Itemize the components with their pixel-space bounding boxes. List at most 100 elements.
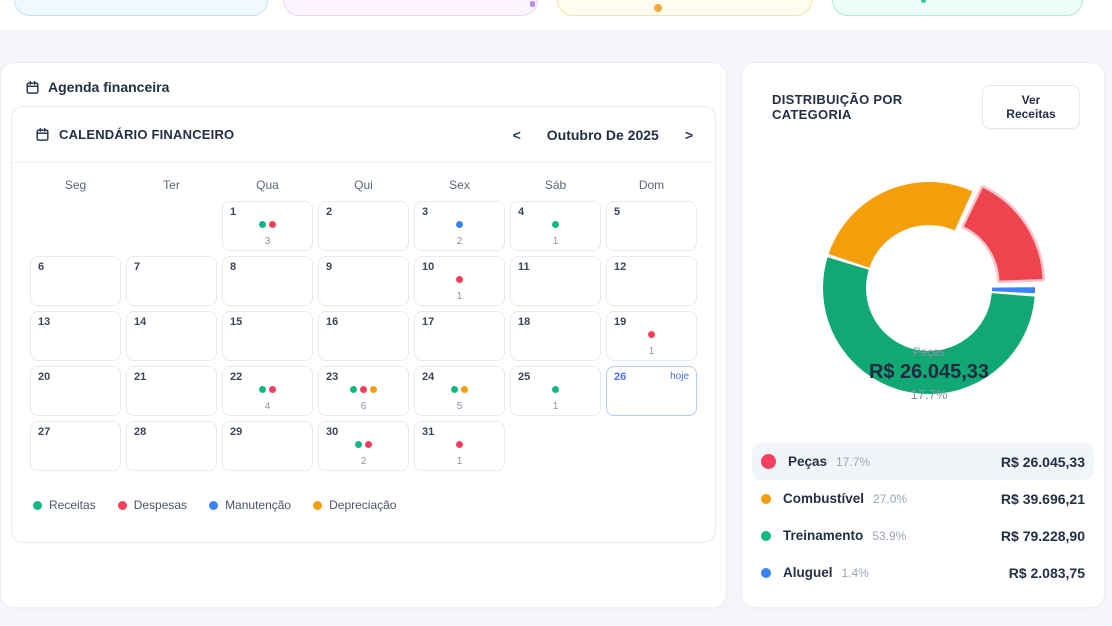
- event-count: 5: [415, 401, 504, 412]
- calendar-day-25[interactable]: 251: [510, 366, 601, 416]
- calendar-day-2[interactable]: 2: [318, 201, 409, 251]
- calendar-day-9[interactable]: 9: [318, 256, 409, 306]
- calendar-day-26[interactable]: 26hoje: [606, 366, 697, 416]
- legend-item-green: Receitas: [33, 498, 96, 512]
- calendar-day-29[interactable]: 29: [222, 421, 313, 471]
- stat-card-teal[interactable]: [832, 0, 1083, 16]
- calendar-day-1[interactable]: 13: [222, 201, 313, 251]
- event-count: 1: [607, 346, 696, 357]
- day-number: 7: [134, 261, 140, 273]
- calendar-day-28[interactable]: 28: [126, 421, 217, 471]
- calendar-day-19[interactable]: 19 1: [606, 311, 697, 361]
- calendar-day-6[interactable]: 6: [30, 256, 121, 306]
- calendar-day-14[interactable]: 14: [126, 311, 217, 361]
- top-band: [0, 0, 1112, 30]
- stat-card-purple[interactable]: [283, 0, 538, 16]
- legend-label: Receitas: [49, 498, 96, 512]
- category-row-Peças[interactable]: Peças17.7%R$ 26.045,33: [752, 443, 1094, 480]
- calendar-day-5[interactable]: 5: [606, 201, 697, 251]
- calendar-day-30[interactable]: 302: [318, 421, 409, 471]
- calendar-day-20[interactable]: 20: [30, 366, 121, 416]
- event-count: 2: [415, 236, 504, 247]
- category-list: Peças17.7%R$ 26.045,33Combustível27.0%R$…: [752, 443, 1094, 591]
- calendar-day-10[interactable]: 101: [414, 256, 505, 306]
- donut-chart[interactable]: [742, 151, 1106, 451]
- category-row-Aluguel[interactable]: Aluguel 1.4% R$ 2.083,75: [752, 554, 1094, 591]
- category-percent: 1.4%: [842, 566, 869, 580]
- calendar-empty-slot: [126, 201, 217, 251]
- calendar-day-11[interactable]: 11: [510, 256, 601, 306]
- calendar-day-17[interactable]: 17: [414, 311, 505, 361]
- day-number: 21: [134, 371, 146, 383]
- category-name: Aluguel: [783, 565, 833, 580]
- donut-slice-Peças[interactable]: [964, 188, 1042, 281]
- day-number: 19: [614, 316, 626, 328]
- calendar-day-7[interactable]: 7: [126, 256, 217, 306]
- blue-event-dot: [456, 221, 463, 228]
- category-value: R$ 2.083,75: [1009, 565, 1085, 581]
- category-row-Combustível[interactable]: Combustível27.0%R$ 39.696,21: [752, 480, 1094, 517]
- event-dots: [319, 441, 408, 448]
- green-event-dot: [451, 386, 458, 393]
- red-category-dot: [761, 454, 776, 469]
- calendar-day-12[interactable]: 12: [606, 256, 697, 306]
- event-count: 6: [319, 401, 408, 412]
- calendar-day-13[interactable]: 13: [30, 311, 121, 361]
- stat-card-yellow[interactable]: [557, 0, 812, 16]
- calendar-empty-slot: [30, 201, 121, 251]
- calendar-day-15[interactable]: 15: [222, 311, 313, 361]
- red-event-dot: [456, 441, 463, 448]
- orange-category-dot: [761, 494, 771, 504]
- calendar-legend: ReceitasDespesasManutençãoDepreciação: [33, 498, 715, 512]
- calendar-day-3[interactable]: 32: [414, 201, 505, 251]
- red-event-dot: [269, 386, 276, 393]
- calendar-grid: 1323241567891011112131415161718191202122…: [12, 201, 715, 471]
- calendar-day-27[interactable]: 27: [30, 421, 121, 471]
- weekday-label: Sáb: [510, 178, 601, 192]
- calendar-day-31[interactable]: 311: [414, 421, 505, 471]
- category-row-Treinamento[interactable]: Treinamento53.9%R$ 79.228,90: [752, 517, 1094, 554]
- calendar-day-24[interactable]: 245: [414, 366, 505, 416]
- prev-month-button[interactable]: <: [513, 127, 521, 143]
- legend-item-red: Despesas: [118, 498, 187, 512]
- calendar-day-21[interactable]: 21: [126, 366, 217, 416]
- calendar-day-8[interactable]: 8: [222, 256, 313, 306]
- legend-label: Manutenção: [225, 498, 291, 512]
- stat-card-accent-dot: [921, 0, 926, 3]
- day-number: 12: [614, 261, 626, 273]
- month-label: Outubro De 2025: [547, 127, 659, 143]
- agenda-header: Agenda financeira: [1, 63, 726, 95]
- event-dots: [223, 386, 312, 393]
- weekday-label: Seg: [30, 178, 121, 192]
- calendar-day-16[interactable]: 16: [318, 311, 409, 361]
- calendar-icon: [25, 80, 40, 95]
- calendar-day-4[interactable]: 41: [510, 201, 601, 251]
- stat-card-blue[interactable]: [14, 0, 268, 16]
- calendar-day-22[interactable]: 224: [222, 366, 313, 416]
- red-event-dot: [456, 276, 463, 283]
- event-dots: [415, 221, 504, 228]
- next-month-button[interactable]: >: [685, 127, 693, 143]
- day-number: 5: [614, 206, 620, 218]
- day-number: 2: [326, 206, 332, 218]
- green-event-dot: [259, 221, 266, 228]
- calendar-day-18[interactable]: 18: [510, 311, 601, 361]
- category-percent: 27.0%: [873, 492, 907, 506]
- calendar-week: 272829302311: [12, 421, 715, 471]
- donut-slice-Aluguel[interactable]: [992, 287, 1035, 293]
- calendar-week: 6 7 8910111 12: [12, 256, 715, 306]
- category-name: Treinamento: [783, 528, 863, 543]
- donut-chart-area: Peças R$ 26.045,33 17.7%: [742, 151, 1106, 451]
- ver-receitas-button[interactable]: Ver Receitas: [982, 85, 1080, 129]
- red-event-dot: [648, 331, 655, 338]
- blue-category-dot: [761, 568, 771, 578]
- calendar-day-23[interactable]: 236: [318, 366, 409, 416]
- day-number: 20: [38, 371, 50, 383]
- calendar-icon: [35, 127, 50, 142]
- donut-slice-Combustível[interactable]: [829, 182, 973, 268]
- event-dots: [415, 441, 504, 448]
- day-number: 16: [326, 316, 338, 328]
- today-label: hoje: [670, 371, 689, 382]
- event-count: 1: [511, 236, 600, 247]
- day-number: 1: [230, 206, 236, 218]
